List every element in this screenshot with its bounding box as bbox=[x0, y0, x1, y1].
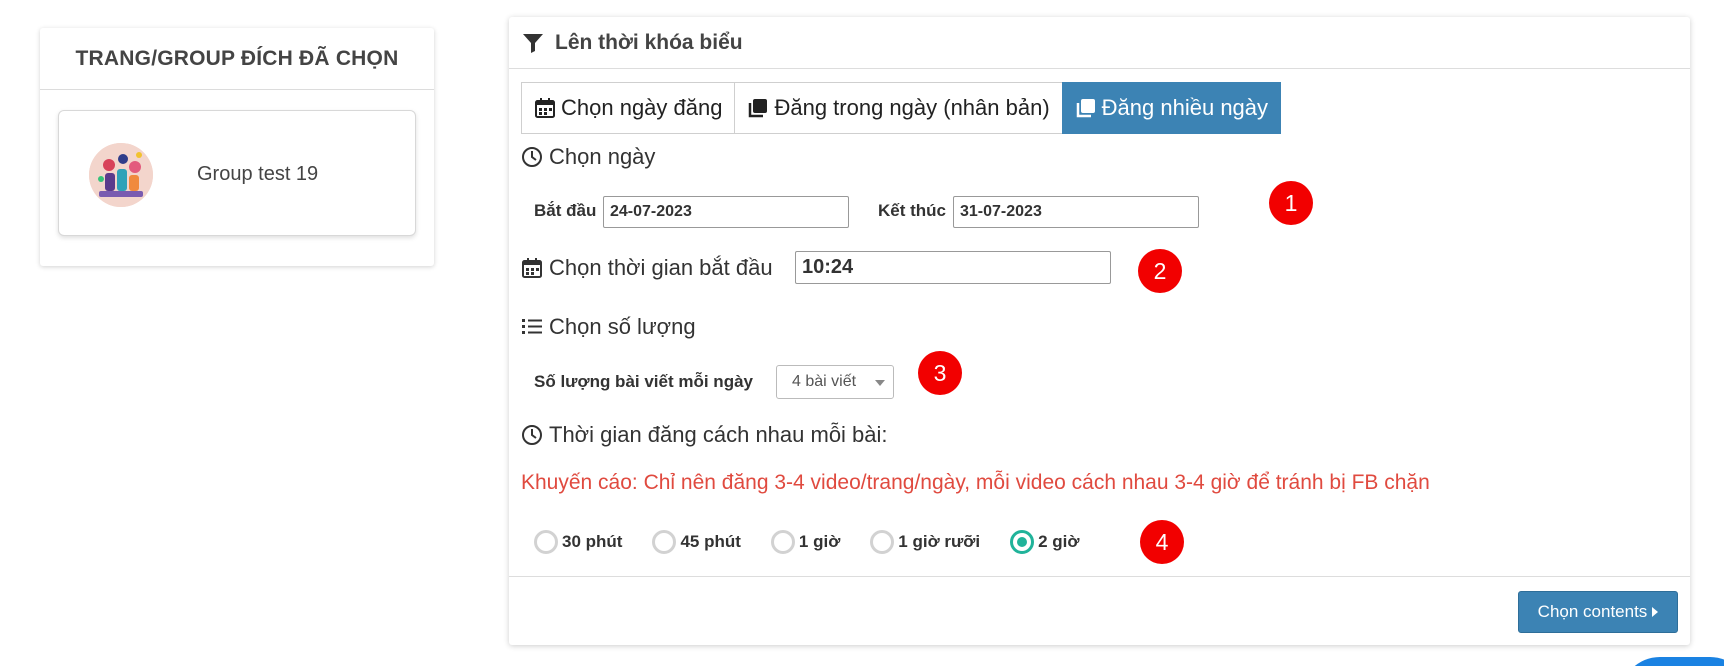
step-badge-1: 1 bbox=[1269, 181, 1313, 225]
radio-1-hour[interactable]: 1 giờ bbox=[770, 530, 841, 554]
choose-quantity-label: Chọn số lượng bbox=[549, 314, 696, 339]
radio-circle[interactable] bbox=[534, 530, 558, 554]
filter-icon bbox=[521, 31, 545, 55]
chat-widget-edge[interactable] bbox=[1620, 657, 1724, 666]
radio-circle[interactable] bbox=[652, 530, 677, 554]
choose-contents-label: Chọn contents bbox=[1537, 602, 1648, 621]
tab-choose-post-date[interactable]: Chọn ngày đăng bbox=[521, 82, 736, 134]
radio-1-5-hours[interactable]: 1 giờ rưỡi bbox=[870, 530, 980, 554]
schedule-panel: Lên thời khóa biểu Chọn ngày đăng Đăng t… bbox=[509, 17, 1690, 645]
tab-post-multiple-days[interactable]: Đăng nhiều ngày bbox=[1061, 82, 1282, 134]
posts-per-day-select[interactable]: 4 bài viết bbox=[776, 365, 894, 399]
copy-icon bbox=[747, 97, 769, 119]
interval-label: Thời gian đăng cách nhau mỗi bài: bbox=[549, 422, 888, 447]
footer-divider bbox=[509, 576, 1690, 577]
tab-label: Chọn ngày đăng bbox=[561, 95, 723, 120]
clock-icon bbox=[521, 424, 543, 446]
group-avatar bbox=[89, 143, 153, 207]
chevron-down-icon bbox=[875, 380, 885, 386]
start-date-input[interactable] bbox=[603, 196, 849, 228]
radio-45-min[interactable]: 45 phút bbox=[652, 530, 741, 554]
calendar-icon bbox=[521, 257, 543, 279]
panel-header: Lên thời khóa biểu bbox=[509, 17, 1690, 69]
radio-2-hours[interactable]: 2 giờ bbox=[1010, 530, 1080, 554]
choose-quantity-title: Chọn số lượng bbox=[521, 314, 696, 340]
end-date-label: Kết thúc bbox=[878, 201, 946, 220]
radio-label: 30 phút bbox=[562, 532, 623, 551]
tab-label: Đăng nhiều ngày bbox=[1101, 95, 1269, 120]
radio-30-min[interactable]: 30 phút bbox=[534, 530, 622, 554]
interval-title: Thời gian đăng cách nhau mỗi bài: bbox=[521, 422, 888, 448]
tab-post-in-day-duplicate[interactable]: Đăng trong ngày (nhân bản) bbox=[734, 82, 1063, 134]
selected-targets-title: TRANG/GROUP ĐÍCH ĐÃ CHỌN bbox=[40, 28, 434, 90]
start-date-label: Bắt đầu bbox=[534, 201, 597, 220]
clock-icon bbox=[521, 146, 543, 168]
radio-circle[interactable] bbox=[770, 530, 795, 554]
choose-date-title: Chọn ngày bbox=[521, 144, 655, 170]
radio-label: 1 giờ rưỡi bbox=[898, 532, 981, 551]
radio-circle[interactable] bbox=[1010, 530, 1035, 554]
group-name: Group test 19 bbox=[197, 163, 319, 185]
step-badge-4: 4 bbox=[1140, 520, 1184, 564]
copy-icon bbox=[1075, 97, 1097, 119]
panel-title: Lên thời khóa biểu bbox=[555, 30, 743, 54]
radio-label: 2 giờ bbox=[1038, 532, 1080, 551]
choose-start-time-title: Chọn thời gian bắt đầu bbox=[521, 255, 773, 281]
group-item[interactable]: Group test 19 bbox=[58, 110, 416, 236]
radio-label: 45 phút bbox=[680, 532, 741, 551]
selected-targets-card: TRANG/GROUP ĐÍCH ĐÃ CHỌN Group test 19 bbox=[40, 28, 434, 266]
choose-contents-button[interactable]: Chọn contents bbox=[1518, 591, 1678, 633]
step-badge-3: 3 bbox=[918, 351, 962, 395]
schedule-tabs: Chọn ngày đăng Đăng trong ngày (nhân bản… bbox=[521, 82, 1282, 134]
choose-start-time-label: Chọn thời gian bắt đầu bbox=[549, 255, 773, 280]
radio-circle[interactable] bbox=[870, 530, 895, 554]
end-date-input[interactable] bbox=[953, 196, 1199, 228]
list-icon bbox=[521, 316, 543, 338]
choose-date-label: Chọn ngày bbox=[549, 144, 656, 169]
tab-label: Đăng trong ngày (nhân bản) bbox=[774, 95, 1050, 120]
start-time-input[interactable] bbox=[795, 251, 1111, 284]
interval-options: 30 phút 45 phút 1 giờ 1 giờ rưỡi 2 giờ bbox=[534, 529, 1110, 555]
posts-per-day-label: Số lượng bài viết mỗi ngày bbox=[534, 372, 753, 391]
radio-label: 1 giờ bbox=[798, 532, 841, 551]
caret-right-icon bbox=[1652, 607, 1659, 617]
calendar-icon bbox=[534, 97, 556, 119]
posts-per-day-value: 4 bài viết bbox=[792, 373, 857, 390]
warning-text: Khuyến cáo: Chỉ nên đăng 3-4 video/trang… bbox=[521, 471, 1430, 494]
step-badge-2: 2 bbox=[1138, 249, 1182, 293]
